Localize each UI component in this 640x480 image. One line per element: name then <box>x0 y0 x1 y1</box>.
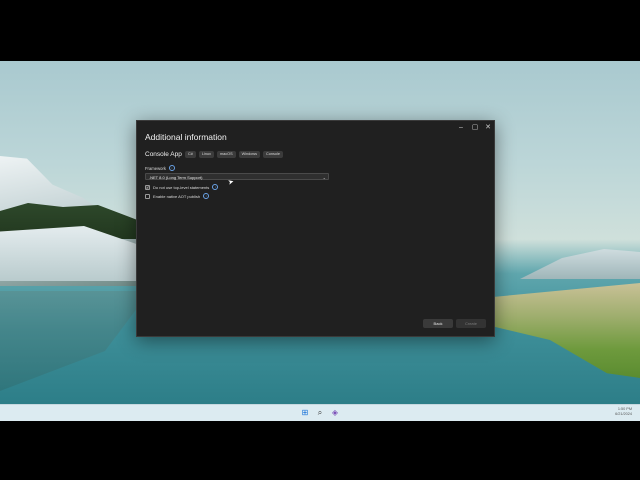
system-clock[interactable]: 1:50 PM 6/21/2024 <box>615 407 632 417</box>
tag-platform-windows: Windows <box>238 151 261 158</box>
tag-language: C# <box>185 151 196 158</box>
tag-platform-macos: macOS <box>216 151 236 158</box>
wallpaper-grass <box>490 283 640 378</box>
create-button[interactable]: Create <box>456 319 486 328</box>
tag-project-type: Console <box>263 151 283 158</box>
visual-studio-icon[interactable]: ◈ <box>330 408 340 418</box>
top-level-statements-option[interactable]: ✓ Do not use top-level statements i <box>145 184 219 190</box>
framework-label-text: Framework <box>145 165 166 171</box>
top-level-statements-label: Do not use top-level statements <box>153 184 210 190</box>
chevron-down-icon: ⌄ <box>322 175 326 180</box>
maximize-button[interactable]: ▢ <box>469 123 481 132</box>
clock-date: 6/21/2024 <box>615 412 632 416</box>
info-icon[interactable]: i <box>212 184 219 190</box>
framework-label: Framework i <box>145 165 175 171</box>
framework-dropdown[interactable]: .NET 8.0 (Long Term Support) ⌄ <box>145 173 329 180</box>
dialog-title: Additional information <box>145 132 227 142</box>
taskbar: ⊞ ⌕ ◈ 1:50 PM 6/21/2024 <box>0 404 640 421</box>
project-template-name: Console App <box>145 151 182 158</box>
search-icon[interactable]: ⌕ <box>315 408 325 418</box>
additional-information-dialog: – ▢ ✕ Additional information Console App… <box>136 120 495 337</box>
template-tags: C# Linux macOS Windows Console <box>185 151 283 158</box>
windows-start-icon[interactable]: ⊞ <box>300 408 310 418</box>
top-level-statements-checkbox[interactable]: ✓ <box>145 184 150 190</box>
back-button[interactable]: Back <box>423 319 453 328</box>
info-icon[interactable]: i <box>168 165 175 171</box>
native-aot-checkbox[interactable] <box>145 193 150 199</box>
wallpaper-reflection <box>0 291 150 391</box>
native-aot-label: Enable native AOT publish <box>153 193 201 199</box>
close-button[interactable]: ✕ <box>482 123 494 132</box>
native-aot-option[interactable]: Enable native AOT publish i <box>145 193 210 199</box>
tag-platform-linux: Linux <box>198 151 214 158</box>
minimize-button[interactable]: – <box>455 123 467 132</box>
info-icon[interactable]: i <box>203 193 210 199</box>
wallpaper-mountain-right <box>520 249 640 279</box>
framework-selected-value: .NET 8.0 (Long Term Support) <box>149 175 203 180</box>
